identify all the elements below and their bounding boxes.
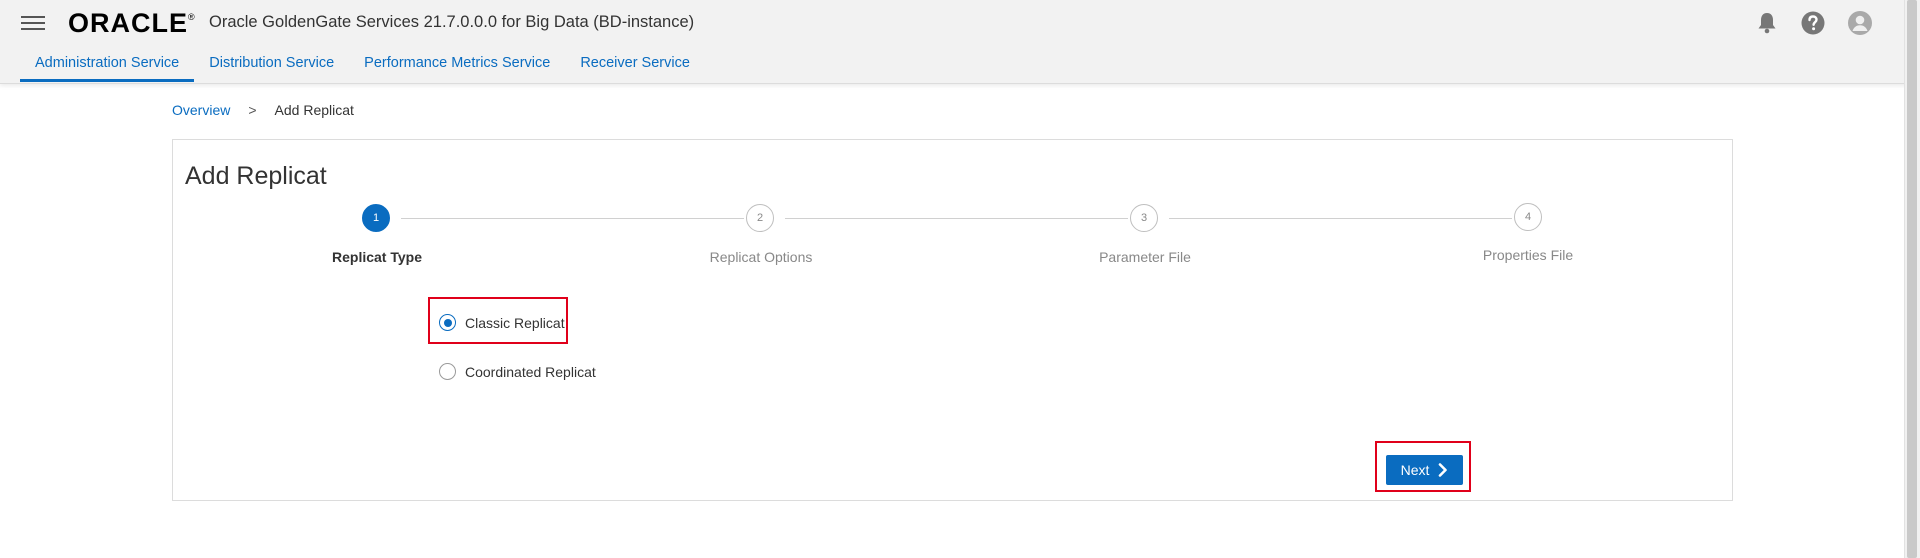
help-icon[interactable] bbox=[1800, 10, 1826, 36]
coordinated-replicat-label[interactable]: Coordinated Replicat bbox=[465, 364, 596, 380]
service-tabs: Administration Service Distribution Serv… bbox=[20, 50, 705, 84]
coordinated-replicat-radio[interactable] bbox=[439, 363, 456, 380]
step-connector bbox=[1169, 218, 1512, 219]
chevron-right-icon bbox=[1439, 463, 1448, 477]
scrollbar-thumb[interactable] bbox=[1907, 0, 1917, 558]
next-button-label: Next bbox=[1400, 462, 1430, 478]
logo-registered-mark: ® bbox=[188, 12, 196, 22]
step-4-indicator[interactable]: 4 bbox=[1514, 203, 1542, 231]
tab-receiver-service[interactable]: Receiver Service bbox=[565, 50, 705, 82]
breadcrumb-separator: > bbox=[248, 102, 257, 118]
menu-icon[interactable] bbox=[21, 14, 47, 32]
step-connector bbox=[401, 218, 744, 219]
bell-icon[interactable] bbox=[1754, 10, 1780, 36]
add-replicat-panel: Add Replicat 1 2 3 4 Replicat Type Repli… bbox=[172, 139, 1733, 501]
step-1-indicator[interactable]: 1 bbox=[362, 204, 390, 232]
page-scrollbar[interactable] bbox=[1904, 0, 1920, 558]
app-header: ORACLE® Oracle GoldenGate Services 21.7.… bbox=[0, 0, 1920, 84]
coordinated-replicat-option[interactable]: Coordinated Replicat bbox=[439, 363, 596, 380]
oracle-logo: ORACLE® bbox=[68, 8, 196, 39]
app-title: Oracle GoldenGate Services 21.7.0.0.0 fo… bbox=[209, 13, 695, 31]
step-3-label: Parameter File bbox=[1099, 249, 1191, 265]
tab-performance-metrics-service[interactable]: Performance Metrics Service bbox=[349, 50, 565, 82]
step-2-indicator[interactable]: 2 bbox=[746, 204, 774, 232]
user-avatar-icon[interactable] bbox=[1847, 10, 1873, 36]
page-title: Add Replicat bbox=[185, 162, 327, 190]
step-4-label: Properties File bbox=[1482, 247, 1574, 263]
next-button[interactable]: Next bbox=[1386, 455, 1463, 485]
breadcrumb: Overview > Add Replicat bbox=[172, 102, 354, 118]
step-connector bbox=[785, 218, 1128, 219]
step-3-indicator[interactable]: 3 bbox=[1130, 204, 1158, 232]
breadcrumb-current: Add Replicat bbox=[274, 102, 354, 118]
highlight-box-classic-replicat bbox=[428, 297, 568, 344]
step-2-label: Replicat Options bbox=[709, 249, 813, 265]
tab-administration-service[interactable]: Administration Service bbox=[20, 50, 195, 82]
app-window: ORACLE® Oracle GoldenGate Services 21.7.… bbox=[0, 0, 1920, 558]
breadcrumb-overview-link[interactable]: Overview bbox=[172, 102, 230, 118]
tab-distribution-service[interactable]: Distribution Service bbox=[194, 50, 349, 82]
logo-text: ORACLE bbox=[68, 8, 188, 38]
step-1-label: Replicat Type bbox=[332, 249, 422, 265]
